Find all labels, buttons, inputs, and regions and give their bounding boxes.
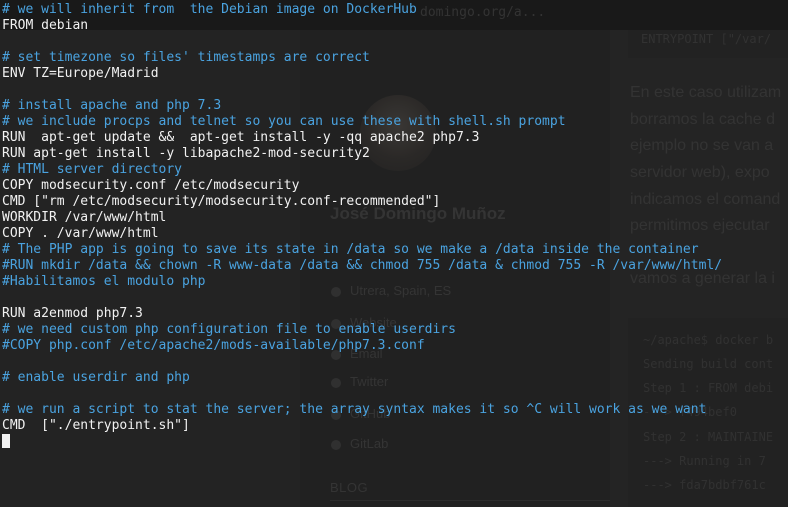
comment-line: # The PHP app is going to save its state… [2, 242, 699, 257]
comment-line: # we include procps and telnet so you ca… [2, 114, 566, 129]
code-line: FROM debian [2, 18, 89, 33]
code-line: COPY . /var/www/html [2, 226, 159, 241]
comment-line: # enable userdir and php [2, 370, 190, 385]
comment-line: #RUN mkdir /data && chown -R www-data /d… [2, 258, 723, 273]
comment-line: # HTML server directory [2, 162, 183, 177]
comment-line: #COPY php.conf /etc/apache2/mods-availab… [2, 338, 425, 353]
comment-line: # install apache and php 7.3 [2, 98, 222, 113]
code-line: ENV TZ=Europe/Madrid [2, 66, 159, 81]
terminal-editor[interactable]: # we will inherit from the Debian image … [0, 0, 788, 507]
comment-line: # we will inherit from the Debian image … [2, 2, 417, 17]
code-line: RUN apt-get update && apt-get install -y… [2, 130, 480, 145]
dockerfile-content[interactable]: # we will inherit from the Debian image … [2, 2, 788, 434]
text-cursor [2, 434, 10, 448]
code-line: CMD ["./entrypoint.sh"] [2, 418, 190, 433]
comment-line: #Habilitamos el modulo php [2, 274, 206, 289]
code-line: CMD ["rm /etc/modsecurity/modsecurity.co… [2, 194, 441, 209]
screen: domingo.org/a... José Domingo Muñoz Utre… [0, 0, 788, 507]
cursor-line [2, 434, 788, 450]
comment-line: # we run a script to stat the server; th… [2, 402, 707, 417]
code-line: RUN apt-get install -y libapache2-mod-se… [2, 146, 370, 161]
comment-line: # set timezone so files' timestamps are … [2, 50, 370, 65]
code-line: WORKDIR /var/www/html [2, 210, 167, 225]
code-line: COPY modsecurity.conf /etc/modsecurity [2, 178, 300, 193]
comment-line: # we need custom php configuration file … [2, 322, 456, 337]
code-line: RUN a2enmod php7.3 [2, 306, 143, 321]
